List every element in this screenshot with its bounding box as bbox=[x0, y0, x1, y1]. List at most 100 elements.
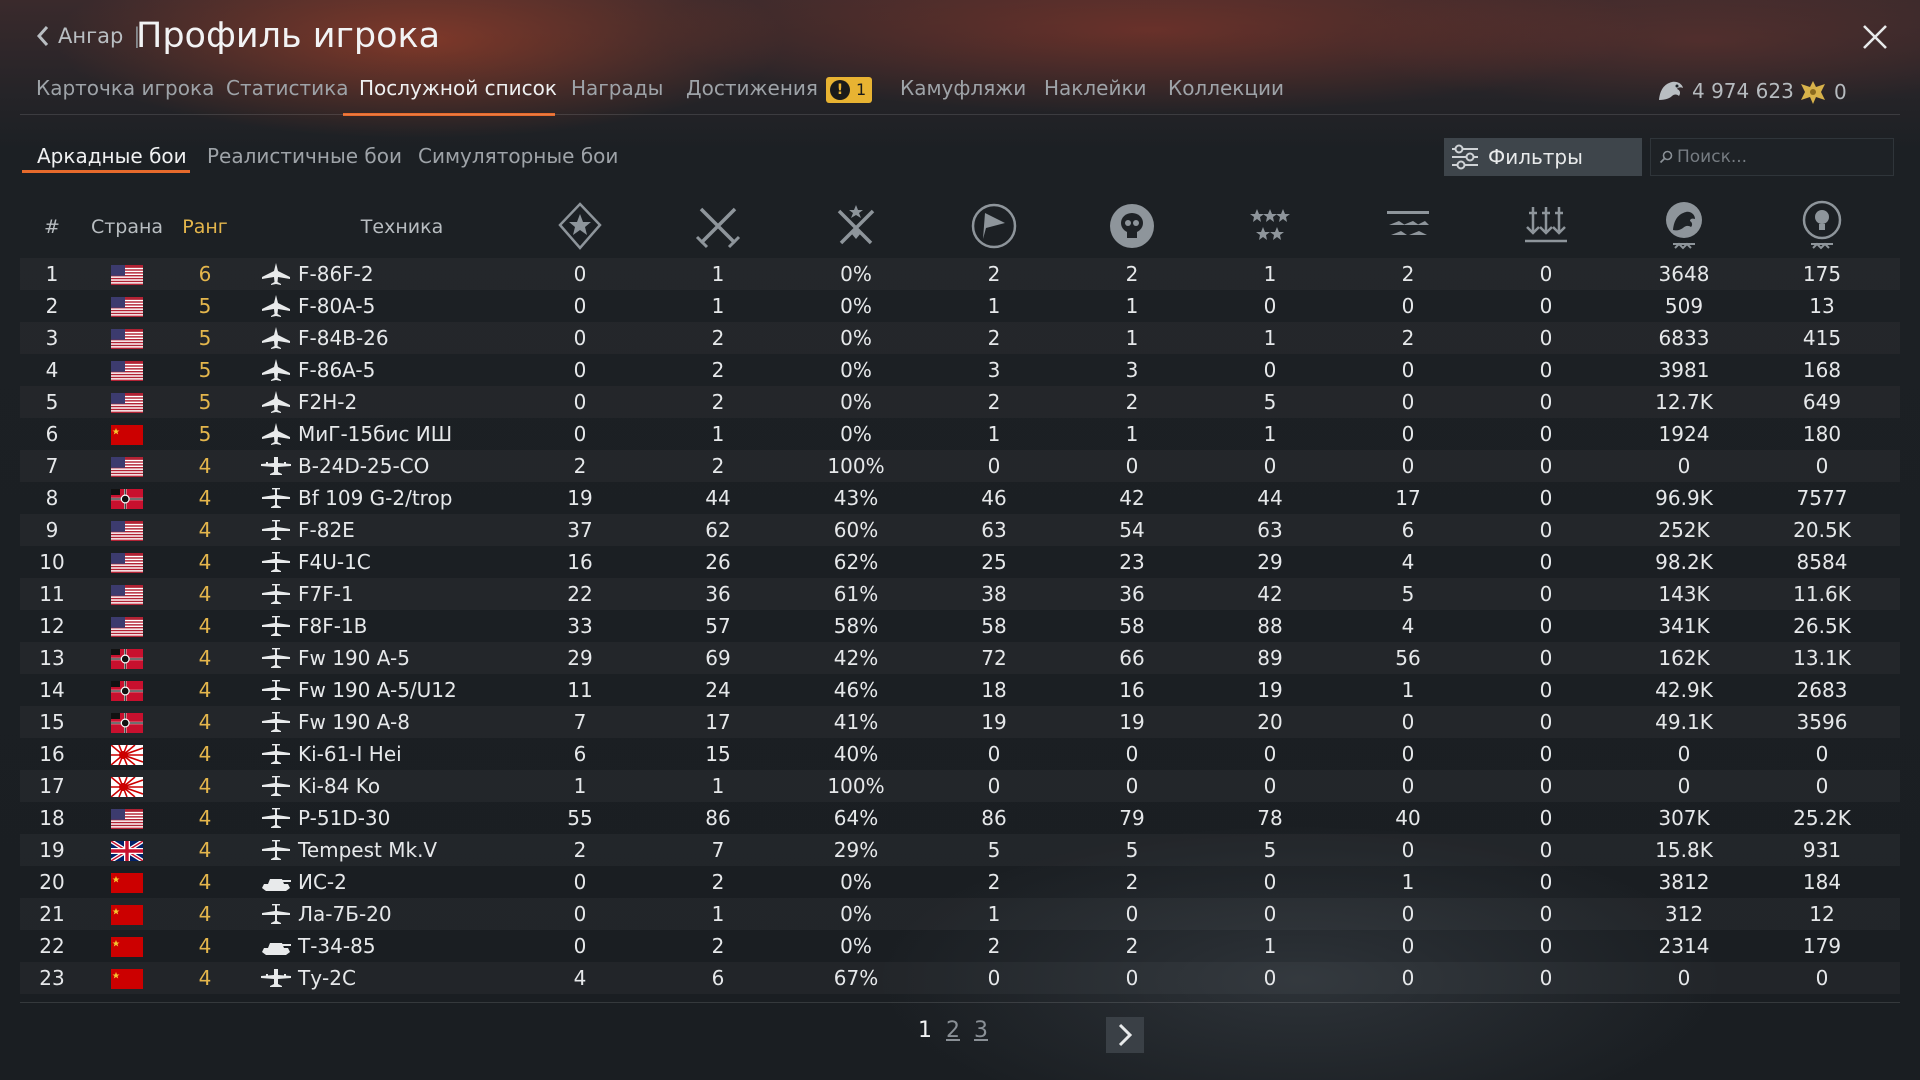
vehicle-tank-icon bbox=[262, 879, 291, 891]
mode-realistic[interactable]: Реалистичные бои bbox=[207, 144, 402, 168]
tab-collections[interactable]: Коллекции bbox=[1168, 76, 1284, 100]
row-win-rate: 64% bbox=[833, 806, 879, 830]
row-rank: 4 bbox=[198, 710, 212, 734]
col-number[interactable]: # bbox=[44, 216, 60, 238]
table-row[interactable]: 5 5 F2H-2 0 2 0% 2 2 5 0 0 12.7K 649 bbox=[20, 386, 1900, 418]
table-row[interactable]: 6 5 МиГ-15бис ИШ 0 1 0% 1 1 1 0 0 1924 180 bbox=[20, 418, 1900, 450]
row-vehicle-name[interactable]: B-24D-25-CO bbox=[298, 454, 429, 478]
row-vehicle-name[interactable]: F7F-1 bbox=[298, 582, 354, 606]
col-ground-kills[interactable] bbox=[1382, 200, 1434, 252]
row-research-points: 0 bbox=[1815, 742, 1829, 766]
row-vehicle-name[interactable]: Ki-61-I Hei bbox=[298, 742, 402, 766]
row-battles: 2 bbox=[573, 838, 587, 862]
table-row[interactable]: 21 4 Ла-7Б-20 0 1 0% 1 0 0 0 0 312 12 bbox=[20, 898, 1900, 930]
row-vehicle-name[interactable]: Tempest Mk.V bbox=[298, 838, 437, 862]
row-vehicle-name[interactable]: Fw 190 A-5 bbox=[298, 646, 410, 670]
table-row[interactable]: 19 4 Tempest Mk.V 2 7 29% 5 5 5 0 0 15.8K 931 bbox=[20, 834, 1900, 866]
table-row[interactable]: 8 4 Bf 109 G-2/trop 19 44 43% 46 42 44 17 0 96.9K 75… bbox=[20, 482, 1900, 514]
table-row[interactable]: 23 4 Ту-2С 4 6 67% 0 0 0 0 0 0 0 bbox=[20, 962, 1900, 994]
table-row[interactable]: 20 4 ИС-2 0 2 0% 2 2 0 1 0 3812 184 bbox=[20, 866, 1900, 898]
row-silver-lions: 162K bbox=[1658, 646, 1710, 670]
row-vehicle-name[interactable]: F-84B-26 bbox=[298, 326, 389, 350]
table-row[interactable]: 4 5 F-86A-5 0 2 0% 3 3 0 0 0 3981 168 bbox=[20, 354, 1900, 386]
col-vehicle[interactable]: Техника bbox=[361, 216, 443, 238]
table-row[interactable]: 1 6 F-86F-2 0 1 0% 2 2 1 2 0 3648 175 bbox=[20, 258, 1900, 290]
table-row[interactable]: 15 4 Fw 190 A-8 7 17 41% 19 19 20 0 0 49.1K 3596 bbox=[20, 706, 1900, 738]
tab-awards[interactable]: Награды bbox=[571, 76, 663, 100]
tab-service-record[interactable]: Послужной список bbox=[359, 76, 557, 100]
row-number: 4 bbox=[45, 358, 59, 382]
col-silver-lions[interactable] bbox=[1658, 200, 1710, 252]
row-vehicle-name[interactable]: F2H-2 bbox=[298, 390, 357, 414]
page-3-link[interactable]: 3 bbox=[974, 1018, 988, 1043]
row-vehicle-name[interactable]: F-86F-2 bbox=[298, 262, 374, 286]
col-win-rate[interactable] bbox=[830, 200, 882, 252]
row-vehicle-name[interactable]: P-51D-30 bbox=[298, 806, 390, 830]
row-vehicle-name[interactable]: F-82E bbox=[298, 518, 355, 542]
row-vehicle-name[interactable]: Ту-2С bbox=[298, 966, 356, 990]
table-row[interactable]: 16 4 Ki-61-I Hei 6 15 40% 0 0 0 0 0 0 0 bbox=[20, 738, 1900, 770]
col-research-points[interactable] bbox=[1796, 200, 1848, 252]
table-row[interactable]: 17 4 Ki-84 Ko 1 1 100% 0 0 0 0 0 0 0 bbox=[20, 770, 1900, 802]
row-vehicle-name[interactable]: Ki-84 Ko bbox=[298, 774, 380, 798]
col-country[interactable]: Страна bbox=[91, 216, 163, 238]
row-vehicle-name[interactable]: F-86A-5 bbox=[298, 358, 375, 382]
row-silver-lions: 3812 bbox=[1658, 870, 1710, 894]
table-row[interactable]: 11 4 F7F-1 22 36 61% 38 36 42 5 0 143K 11.6K bbox=[20, 578, 1900, 610]
vehicle-jet-icon bbox=[262, 391, 290, 413]
table-row[interactable]: 13 4 Fw 190 A-5 29 69 42% 72 66 89 56 0 162K 13.1K bbox=[20, 642, 1900, 674]
tab-camouflages[interactable]: Камуфляжи bbox=[900, 76, 1026, 100]
row-vehicle-name[interactable]: Fw 190 A-8 bbox=[298, 710, 410, 734]
table-row[interactable]: 14 4 Fw 190 A-5/U12 11 24 46% 18 16 19 1 0 42.9K 268… bbox=[20, 674, 1900, 706]
table-row[interactable]: 18 4 P-51D-30 55 86 64% 86 79 78 40 0 307K 25.2K bbox=[20, 802, 1900, 834]
next-page-button[interactable] bbox=[1106, 1017, 1144, 1053]
row-vehicle-name[interactable]: F-80A-5 bbox=[298, 294, 375, 318]
air-kills-stars-icon bbox=[1250, 209, 1290, 240]
back-to-hangar-button[interactable]: Ангар | bbox=[36, 24, 150, 48]
row-vehicle-name[interactable]: Bf 109 G-2/trop bbox=[298, 486, 452, 510]
tab-statistics[interactable]: Статистика bbox=[226, 76, 349, 100]
row-vehicle-name[interactable]: Fw 190 A-5/U12 bbox=[298, 678, 457, 702]
tab-decals[interactable]: Наклейки bbox=[1044, 76, 1147, 100]
page-2-link[interactable]: 2 bbox=[946, 1018, 960, 1043]
row-vehicle-name[interactable]: F4U-1C bbox=[298, 550, 371, 574]
mode-arcade[interactable]: Аркадные бои bbox=[37, 144, 187, 168]
row-vehicle-name[interactable]: Ла-7Б-20 bbox=[298, 902, 392, 926]
close-button[interactable] bbox=[1862, 24, 1888, 50]
row-kills: 1 bbox=[711, 422, 725, 446]
flag-germany-icon bbox=[111, 713, 143, 733]
col-naval-kills[interactable] bbox=[1520, 200, 1572, 252]
table-row[interactable]: 10 4 F4U-1C 16 26 62% 25 23 29 4 0 98.2K 8584 bbox=[20, 546, 1900, 578]
table-row[interactable]: 22 4 Т-34-85 0 2 0% 2 2 1 0 0 2314 179 bbox=[20, 930, 1900, 962]
row-win-rate: 29% bbox=[833, 838, 879, 862]
col-deaths[interactable] bbox=[1106, 200, 1158, 252]
row-air-kills: 0 bbox=[1263, 902, 1277, 926]
row-vehicle-name[interactable]: Т-34-85 bbox=[298, 934, 376, 958]
tab-player-card[interactable]: Карточка игрока bbox=[36, 76, 214, 100]
search-input[interactable] bbox=[1673, 146, 1889, 168]
col-battles[interactable] bbox=[554, 200, 606, 252]
page-1-link[interactable]: 1 bbox=[918, 1018, 932, 1043]
row-vehicle-name[interactable]: F8F-1B bbox=[298, 614, 367, 638]
row-kills: 2 bbox=[711, 358, 725, 382]
row-deaths: 19 bbox=[1119, 710, 1145, 734]
col-respawns[interactable] bbox=[968, 200, 1020, 252]
row-vehicle-name[interactable]: ИС-2 bbox=[298, 870, 347, 894]
table-row[interactable]: 2 5 F-80A-5 0 1 0% 1 1 0 0 0 509 13 bbox=[20, 290, 1900, 322]
col-rank[interactable]: Ранг bbox=[182, 216, 228, 238]
col-air-kills[interactable] bbox=[1244, 200, 1296, 252]
row-battles: 22 bbox=[567, 582, 593, 606]
filters-button[interactable]: Фильтры bbox=[1444, 138, 1642, 176]
table-row[interactable]: 9 4 F-82E 37 62 60% 63 54 63 6 0 252K 20.5K bbox=[20, 514, 1900, 546]
col-kills-swords[interactable] bbox=[692, 200, 744, 252]
vehicle-fighter-icon bbox=[262, 648, 290, 668]
mode-simulator[interactable]: Симуляторные бои bbox=[418, 144, 618, 168]
table-row[interactable]: 12 4 F8F-1B 33 57 58% 58 58 88 4 0 341K 26.5K bbox=[20, 610, 1900, 642]
flag-usa-icon bbox=[111, 521, 143, 541]
table-row[interactable]: 3 5 F-84B-26 0 2 0% 2 1 1 2 0 6833 415 bbox=[20, 322, 1900, 354]
row-naval-kills: 0 bbox=[1539, 870, 1553, 894]
tab-achievements[interactable]: Достижения! 1 bbox=[686, 76, 873, 103]
row-vehicle-name[interactable]: МиГ-15бис ИШ bbox=[298, 422, 452, 446]
ground-kills-icon bbox=[1387, 211, 1429, 235]
table-row[interactable]: 7 4 B-24D-25-CO 2 2 100% 0 0 0 0 0 0 0 bbox=[20, 450, 1900, 482]
